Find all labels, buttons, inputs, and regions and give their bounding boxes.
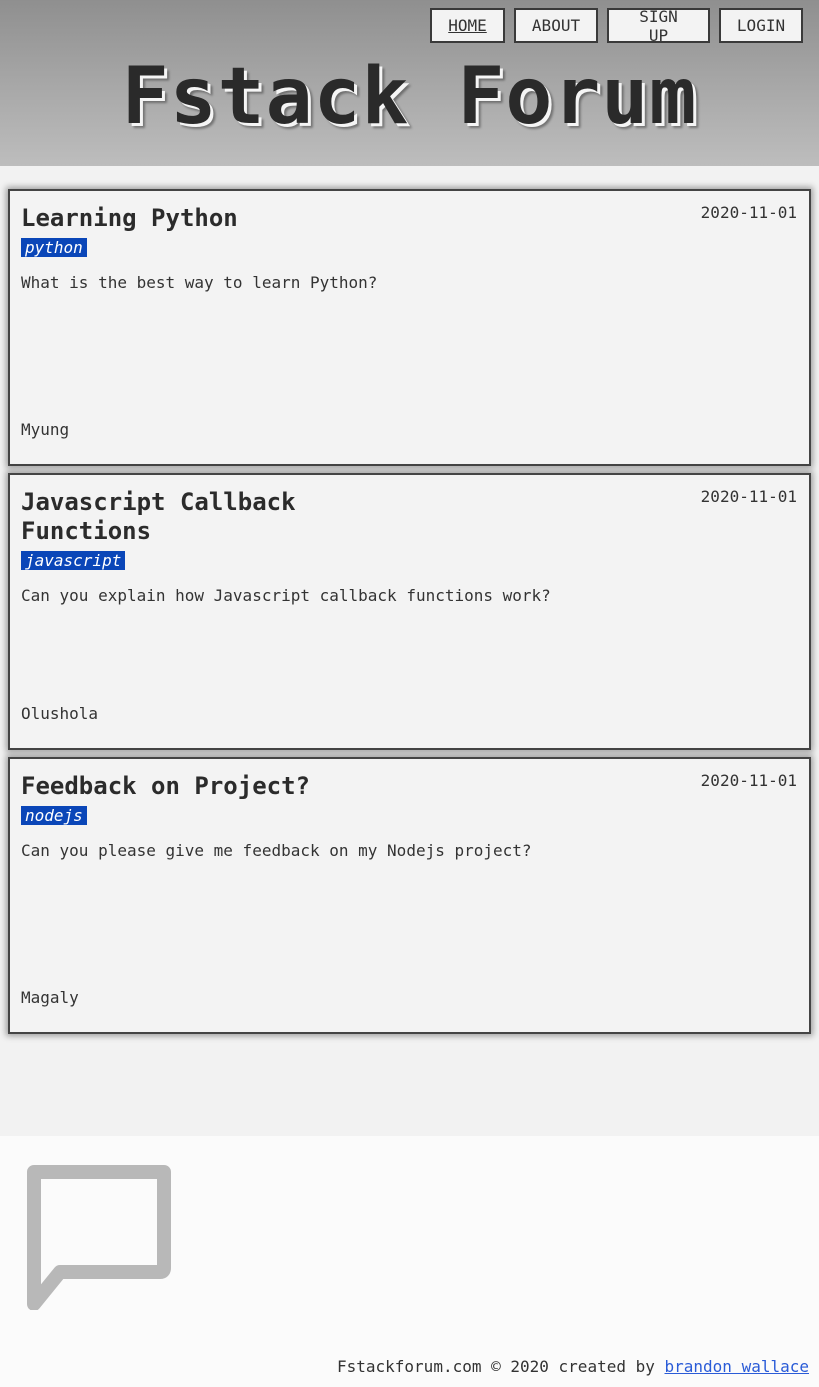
nav-home-button[interactable]: HOME bbox=[430, 8, 505, 43]
post-title[interactable]: Feedback on Project? bbox=[21, 772, 341, 801]
post-body: What is the best way to learn Python? bbox=[21, 273, 378, 292]
post-tag[interactable]: python bbox=[21, 238, 87, 257]
nav-about-button[interactable]: ABOUT bbox=[514, 8, 598, 43]
author-link[interactable]: brandon wallace bbox=[665, 1357, 810, 1376]
site-header: HOME ABOUT SIGN UP LOGIN Fstack Forum bbox=[0, 0, 819, 166]
post-author: Myung bbox=[21, 420, 70, 439]
footer-credit: Fstackforum.com © 2020 created by brando… bbox=[337, 1357, 809, 1376]
post-tag[interactable]: nodejs bbox=[21, 806, 87, 825]
post-date: 2020-11-01 bbox=[700, 487, 797, 506]
post-card[interactable]: Learning Python 2020-11-01 python What i… bbox=[8, 189, 811, 466]
post-author: Olushola bbox=[21, 704, 99, 723]
post-body: Can you explain how Javascript callback … bbox=[21, 586, 551, 605]
post-card[interactable]: Javascript Callback Functions 2020-11-01… bbox=[8, 473, 811, 750]
post-author: Magaly bbox=[21, 988, 79, 1007]
post-date: 2020-11-01 bbox=[700, 203, 797, 222]
post-title[interactable]: Learning Python bbox=[21, 204, 321, 233]
chat-bubble-icon bbox=[27, 1165, 171, 1310]
post-date: 2020-11-01 bbox=[700, 771, 797, 790]
post-card[interactable]: Feedback on Project? 2020-11-01 nodejs C… bbox=[8, 757, 811, 1034]
footer-copyright: Fstackforum.com © 2020 created by bbox=[336, 1357, 665, 1376]
nav-signup-button[interactable]: SIGN UP bbox=[607, 7, 710, 45]
site-footer: Fstackforum.com © 2020 created by brando… bbox=[0, 1136, 819, 1387]
post-tag[interactable]: javascript bbox=[21, 551, 126, 570]
post-body: Can you please give me feedback on my No… bbox=[21, 841, 532, 860]
site-title: Fstack Forum bbox=[121, 52, 698, 142]
main-nav: HOME ABOUT SIGN UP LOGIN bbox=[430, 7, 803, 45]
nav-login-button[interactable]: LOGIN bbox=[719, 8, 803, 43]
post-title[interactable]: Javascript Callback Functions bbox=[21, 488, 321, 546]
